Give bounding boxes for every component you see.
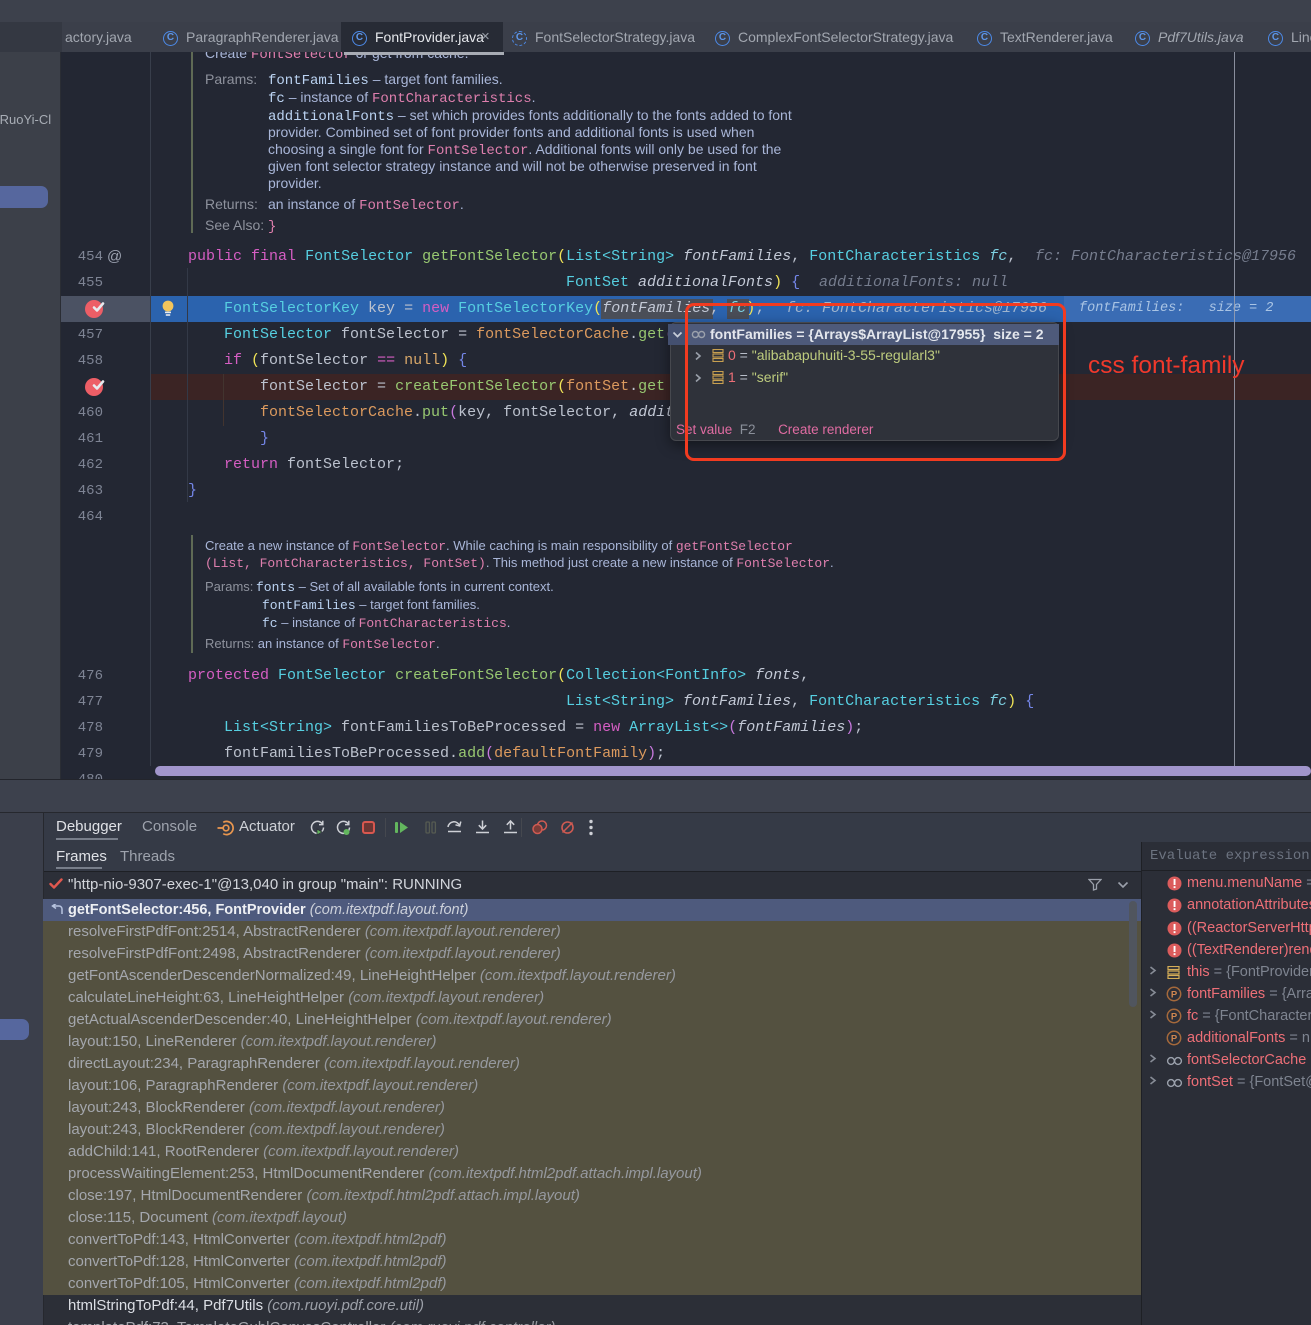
- svg-text:P: P: [1171, 989, 1178, 1000]
- svg-text:P: P: [1171, 1011, 1178, 1022]
- svg-text:P: P: [1171, 1033, 1178, 1044]
